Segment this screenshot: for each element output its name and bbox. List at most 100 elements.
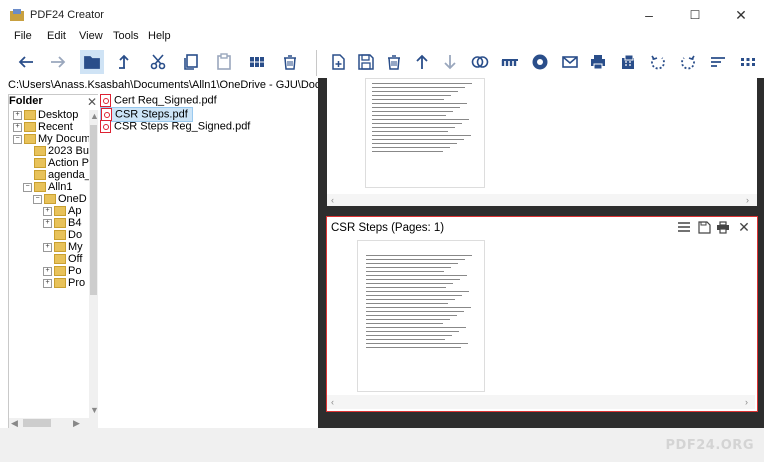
- collapse-icon[interactable]: −: [13, 134, 22, 144]
- copy-icon[interactable]: [179, 50, 203, 74]
- fax-icon[interactable]: [616, 50, 640, 74]
- folder-tree-item[interactable]: − My Docume: [13, 133, 97, 145]
- close-button[interactable]: ✕: [718, 0, 764, 30]
- doc2-scroll-right-icon[interactable]: ›: [745, 397, 748, 407]
- upload-icon[interactable]: [112, 50, 136, 74]
- move-down-icon[interactable]: [438, 50, 462, 74]
- doc2-scroll-left-icon[interactable]: ‹: [331, 397, 334, 407]
- expand-icon[interactable]: +: [43, 278, 52, 288]
- grid-view-icon[interactable]: [245, 50, 269, 74]
- expand-icon[interactable]: +: [13, 110, 22, 120]
- folder-tree-item[interactable]: Do: [43, 229, 82, 241]
- folder-tree-item[interactable]: Action P: [23, 157, 89, 169]
- page-text-line: [366, 323, 443, 324]
- folder-tree-label: My Docume: [38, 133, 97, 145]
- expand-icon[interactable]: +: [13, 122, 22, 132]
- document-2-page-thumbnail[interactable]: [357, 240, 485, 392]
- menu-view[interactable]: View: [79, 30, 103, 42]
- expand-icon[interactable]: +: [43, 206, 52, 216]
- folder-tree-label: Off: [68, 253, 83, 265]
- page-text-line: [372, 111, 453, 112]
- expand-icon[interactable]: +: [43, 218, 52, 228]
- expand-icon[interactable]: +: [43, 242, 52, 252]
- print-icon[interactable]: [586, 50, 610, 74]
- expand-icon[interactable]: +: [43, 266, 52, 276]
- page-text-line: [366, 279, 460, 280]
- page-text-line: [366, 335, 452, 336]
- doc1-scroll-right-icon[interactable]: ›: [746, 195, 749, 205]
- doc-save-icon[interactable]: [697, 220, 711, 234]
- folder-pane-close-icon[interactable]: ✕: [87, 95, 97, 109]
- folder-icon: [34, 182, 46, 193]
- more-icon[interactable]: [736, 50, 760, 74]
- folder-icon: [54, 206, 66, 217]
- folder-tree-item[interactable]: + Ap: [43, 205, 81, 217]
- file-list-item[interactable]: Cert Req_Signed.pdf: [100, 94, 221, 107]
- minimize-button[interactable]: –: [626, 0, 672, 30]
- folder-tree-item[interactable]: 2023 Bu: [23, 145, 89, 157]
- page-text-line: [366, 347, 461, 348]
- brand-watermark: PDF24.ORG: [665, 438, 754, 453]
- rotate-left-icon[interactable]: [646, 50, 670, 74]
- trash-icon[interactable]: [278, 50, 302, 74]
- doc1-scroll-left-icon[interactable]: ‹: [331, 195, 334, 205]
- folder-tree-item[interactable]: − OneD: [33, 193, 87, 205]
- page-text-line: [372, 115, 446, 116]
- folder-scroll-thumb[interactable]: [90, 125, 97, 295]
- merge-icon[interactable]: [468, 50, 492, 74]
- menu-help[interactable]: Help: [148, 30, 171, 42]
- menu-file[interactable]: File: [14, 30, 32, 42]
- folder-icon: [54, 278, 66, 289]
- dotted-line-icon[interactable]: [498, 50, 522, 74]
- folder-icon: [24, 122, 36, 133]
- folder-tree-item[interactable]: − Alln1: [23, 181, 72, 193]
- folder-tree-item[interactable]: + Recent: [13, 121, 73, 133]
- folder-icon: [24, 110, 36, 121]
- add-file-icon[interactable]: [326, 50, 350, 74]
- save-icon[interactable]: [354, 50, 378, 74]
- folder-tree-item[interactable]: + B4: [43, 217, 81, 229]
- page-text-line: [366, 299, 455, 300]
- menu-tools[interactable]: Tools: [113, 30, 139, 42]
- doc-close-icon[interactable]: ✕: [737, 219, 751, 235]
- move-up-icon[interactable]: [410, 50, 434, 74]
- folder-icon[interactable]: [80, 50, 104, 74]
- pdf-file-icon: [100, 120, 111, 133]
- page-text-line: [366, 303, 448, 304]
- folder-tree-item[interactable]: + Po: [43, 265, 81, 277]
- page-text-line: [366, 319, 450, 320]
- mail-icon[interactable]: [558, 50, 582, 74]
- folder-tree-item[interactable]: + Pro: [43, 277, 85, 289]
- scissors-icon[interactable]: [146, 50, 170, 74]
- document-1-horizontal-scrollbar[interactable]: [327, 194, 757, 206]
- pdf-file-icon: [100, 94, 111, 107]
- status-bar: [0, 428, 764, 462]
- doc-print-icon[interactable]: [716, 220, 730, 234]
- maximize-button[interactable]: ☐: [672, 0, 718, 30]
- delete-icon[interactable]: [382, 50, 406, 74]
- page-text-line: [372, 107, 460, 108]
- rotate-right-icon[interactable]: [676, 50, 700, 74]
- folder-tree-item[interactable]: agenda_: [23, 169, 91, 181]
- folder-hscroll-thumb[interactable]: [23, 419, 51, 427]
- collapse-icon[interactable]: −: [33, 194, 42, 204]
- menu-edit[interactable]: Edit: [47, 30, 66, 42]
- folder-tree-item[interactable]: + My: [43, 241, 83, 253]
- folder-icon: [54, 218, 66, 229]
- folder-tree-item[interactable]: + Desktop: [13, 109, 78, 121]
- folder-icon: [54, 242, 66, 253]
- eye-icon[interactable]: [528, 50, 552, 74]
- page-text-line: [372, 99, 444, 100]
- folder-icon: [44, 194, 56, 205]
- sort-icon[interactable]: [706, 50, 730, 74]
- paste-icon[interactable]: [212, 50, 236, 74]
- hamburger-menu-icon[interactable]: [677, 220, 691, 234]
- collapse-icon[interactable]: −: [23, 182, 32, 192]
- document-1-page-thumbnail[interactable]: [365, 78, 485, 188]
- folder-icon: [54, 230, 66, 241]
- file-list-item[interactable]: CSR Steps Reg_Signed.pdf: [100, 120, 254, 133]
- document-2-horizontal-scrollbar[interactable]: [327, 395, 755, 409]
- folder-tree-item[interactable]: Off: [43, 253, 82, 265]
- back-arrow-icon[interactable]: [14, 50, 38, 74]
- forward-arrow-icon[interactable]: [46, 50, 70, 74]
